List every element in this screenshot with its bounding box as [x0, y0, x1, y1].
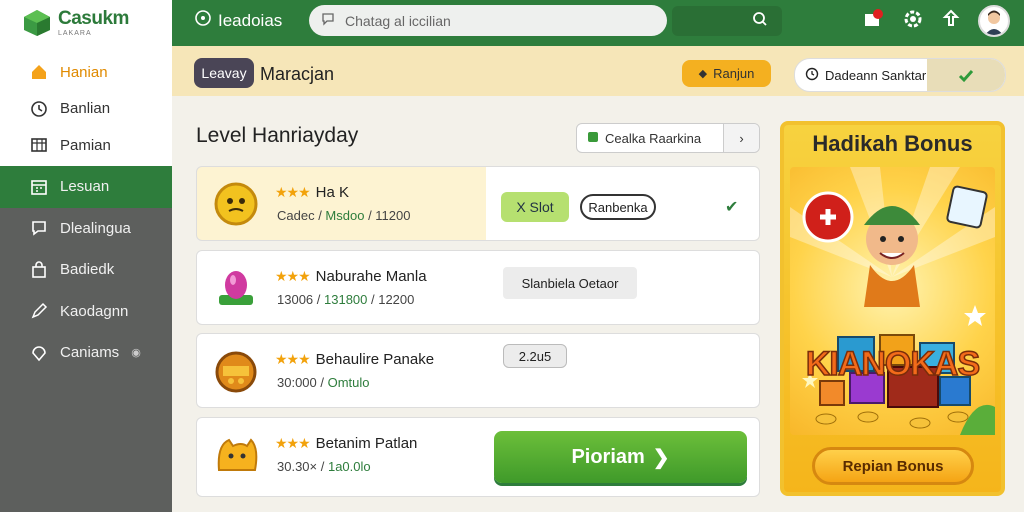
- compass-icon: [194, 9, 212, 32]
- card-title: ★★★ Ha K: [275, 184, 350, 201]
- clock-icon: [30, 100, 48, 118]
- logo-title: Casukm: [58, 8, 129, 29]
- bonus-illustration: KIANOKAS: [790, 167, 995, 435]
- filter-select[interactable]: Cealka Raarkina ›: [576, 123, 760, 153]
- sidebar-item-label: Hanian: [60, 63, 108, 81]
- page-title: Level Hanriayday: [196, 124, 359, 147]
- avatar[interactable]: [978, 5, 1010, 37]
- chevron-right-icon: ›: [723, 124, 759, 152]
- value-tag[interactable]: 2.2u5: [503, 344, 567, 368]
- cat-character-icon: [217, 438, 258, 471]
- logo[interactable]: Casukm LAKARA: [0, 0, 172, 46]
- card-title: ★★★ Betanim Patlan: [275, 435, 418, 452]
- rating-stars-icon: ★★★: [275, 435, 311, 451]
- grid-icon: [30, 136, 48, 154]
- calendar-icon: [30, 178, 48, 196]
- sidebar-item-label: Kaodagnn: [60, 302, 129, 320]
- rating-stars-icon: ★★★: [275, 351, 311, 367]
- bonus-panel: Hadikah Bonus KIANOKAS Repian Bonus: [780, 121, 1005, 496]
- card-meta: 30.30× / 1a0.0lo: [277, 459, 371, 474]
- pen-icon: [30, 302, 48, 320]
- sidebar-item-label: Badiedk: [60, 261, 115, 279]
- filter-label: Cealka Raarkina: [605, 130, 702, 146]
- banner-title: Maracjan: [260, 64, 335, 84]
- search-button[interactable]: [672, 6, 782, 36]
- search-placeholder: Chatag al iccilian: [345, 12, 451, 29]
- sidebar-item-badiedk[interactable]: Badiedk: [0, 249, 172, 291]
- share-icon[interactable]: [940, 8, 962, 35]
- card-meta: Cadec / Msdoo / 11200: [277, 208, 411, 223]
- tag-icon: ◆: [698, 68, 708, 80]
- sidebar-item-label: Dlealingua: [60, 219, 131, 237]
- banner-pill[interactable]: Leavay: [194, 58, 254, 88]
- sidebar-item-banlian[interactable]: Banlian: [0, 91, 172, 128]
- top-header: Ieadoias Chatag al iccilian: [172, 0, 1024, 46]
- bag-icon: [30, 261, 48, 279]
- card-meta: 30:000 / Omtulo: [277, 375, 370, 390]
- card-title: ★★★ Naburahe Manla: [275, 268, 427, 285]
- sub-banner: Leavay Maracjan ◆ Ranjun Dadeann Sanktar: [172, 46, 1024, 96]
- rating-stars-icon: ★★★: [275, 268, 311, 284]
- ranbenka-tag[interactable]: Ranbenka: [580, 194, 656, 220]
- chevron-right-icon: ❯: [652, 446, 670, 469]
- chat-bubble-icon: [321, 12, 335, 29]
- header-brand[interactable]: Ieadoias: [194, 9, 282, 32]
- coin-character-icon: [214, 182, 258, 226]
- sidebar-item-dlealingua[interactable]: Dlealingua: [0, 208, 172, 250]
- checkmark-icon: [927, 59, 1005, 91]
- home-icon: [30, 63, 48, 81]
- slot-tag[interactable]: X Slot: [501, 192, 569, 222]
- bonus-art-word: KIANOKAS: [805, 344, 981, 384]
- play-button[interactable]: Pioriam ❯: [494, 431, 747, 483]
- sidebar-item-label: Banlian: [60, 100, 111, 118]
- sidebar-dark-section: Lesuan Dlealingua Badiedk Kaodagnn Cania…: [0, 166, 172, 512]
- info-icon: ◉: [131, 347, 141, 360]
- rating-stars-icon: ★★★: [275, 184, 311, 200]
- level-card[interactable]: ★★★ Naburahe Manla 13006 / 131800 / 1220…: [196, 250, 760, 325]
- sidebar-item-lesuan[interactable]: Lesuan: [0, 166, 172, 208]
- chat-icon: [30, 219, 48, 237]
- checkmark-icon: ✔: [725, 199, 739, 216]
- ranjun-button[interactable]: ◆ Ranjun: [682, 60, 771, 87]
- clock-icon: [805, 67, 819, 84]
- search-icon: [752, 11, 768, 32]
- settings-icon[interactable]: [902, 8, 924, 35]
- header-actions: [862, 5, 1010, 37]
- treasure-ball-icon: [215, 351, 257, 393]
- ranjun-label: Ranjun: [713, 66, 755, 81]
- sidebar-item-label: Caniams: [60, 344, 120, 362]
- sanktar-toggle[interactable]: Dadeann Sanktar: [794, 58, 1006, 92]
- treasure-character-illustration: [790, 167, 995, 435]
- sidebar-item-label: Pamian: [60, 136, 111, 154]
- gem-icon: [219, 271, 253, 305]
- claim-bonus-button[interactable]: Repian Bonus: [812, 447, 974, 485]
- sidebar-item-caniams[interactable]: Caniams ◉: [0, 332, 172, 374]
- sidebar-item-hanian[interactable]: Hanian: [0, 54, 172, 91]
- sidebar-item-label: Lesuan: [60, 178, 110, 196]
- cube-logo-icon: [24, 10, 50, 36]
- notification-icon[interactable]: [862, 8, 886, 35]
- sanktar-label: Dadeann Sanktar: [825, 67, 927, 83]
- sidebar: Casukm LAKARA Hanian Banlian Pamian Lesu…: [0, 0, 172, 512]
- level-card[interactable]: ★★★ Betanim Patlan 30.30× / 1a0.0lo Pior…: [196, 417, 760, 497]
- logo-subtitle: LAKARA: [58, 30, 92, 37]
- level-card[interactable]: ★★★ Ha K Cadec / Msdoo / 11200 X Slot Ra…: [196, 166, 760, 241]
- location-icon: [30, 344, 48, 362]
- card-title: ★★★ Behaulire Panake: [275, 351, 435, 368]
- sidebar-item-kaodagnn[interactable]: Kaodagnn: [0, 291, 172, 333]
- card-meta: 13006 / 131800 / 12200: [277, 292, 415, 307]
- level-card[interactable]: ★★★ Behaulire Panake 30:000 / Omtulo 2.2…: [196, 333, 760, 408]
- oetaor-tag[interactable]: Slanbiela Oetaor: [503, 267, 637, 299]
- search-input[interactable]: Chatag al iccilian: [309, 5, 667, 36]
- brand-label: Ieadoias: [218, 10, 283, 30]
- sidebar-item-pamian[interactable]: Pamian: [0, 127, 172, 164]
- filter-icon: [587, 131, 599, 146]
- bonus-title: Hadikah Bonus: [812, 131, 973, 156]
